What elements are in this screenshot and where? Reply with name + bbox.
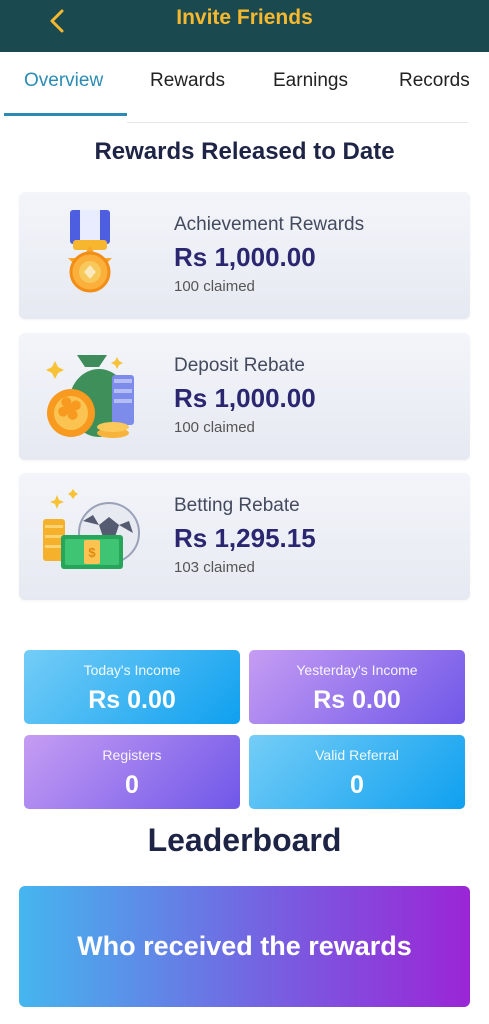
stat-label: Yesterday's Income	[296, 662, 418, 678]
reward-name: Achievement Rewards	[174, 214, 365, 235]
section-title: Rewards Released to Date	[94, 138, 395, 165]
reward-claimed-count: 100 claimed	[174, 419, 255, 436]
money-bag-icon	[46, 355, 134, 438]
stat-value: Rs 0.00	[313, 686, 401, 714]
svg-text:$: $	[88, 545, 96, 560]
banner-label: Who received the rewards	[77, 931, 412, 961]
reward-claimed-count: 103 claimed	[174, 559, 255, 576]
stat-registers: Registers 0	[24, 735, 240, 809]
tab-records[interactable]: Records	[399, 70, 470, 92]
football-cash-icon: $	[43, 489, 140, 569]
app-header: Invite Friends	[0, 0, 489, 52]
stat-yesterday-income: Yesterday's Income Rs 0.00	[249, 650, 465, 724]
tab-rewards[interactable]: Rewards	[150, 70, 225, 92]
active-tab-indicator	[4, 113, 127, 116]
reward-name: Betting Rebate	[174, 495, 300, 516]
stat-value: 0	[350, 771, 364, 799]
reward-card-achievement: Achievement Rewards Rs 1,000.00 100 clai…	[19, 192, 470, 319]
tab-bar: Overview Rewards Earnings Records	[0, 52, 489, 116]
leaderboard-title: Leaderboard	[147, 822, 342, 858]
reward-name: Deposit Rebate	[174, 355, 305, 376]
stat-today-income: Today's Income Rs 0.00	[24, 650, 240, 724]
stat-value: Rs 0.00	[88, 686, 176, 714]
reward-claimed-count: 100 claimed	[174, 278, 255, 295]
stat-value: 0	[125, 771, 139, 799]
stat-valid-referral: Valid Referral 0	[249, 735, 465, 809]
reward-amount: Rs 1,000.00	[174, 383, 316, 413]
who-received-rewards-button[interactable]: Who received the rewards	[19, 886, 470, 1007]
reward-amount: Rs 1,295.15	[174, 523, 316, 553]
stat-label: Valid Referral	[315, 747, 399, 763]
page-title: Invite Friends	[176, 6, 313, 29]
reward-card-deposit: Deposit Rebate Rs 1,000.00 100 claimed	[19, 333, 470, 460]
medal-icon	[68, 210, 112, 293]
tab-earnings[interactable]: Earnings	[273, 70, 348, 92]
tab-divider	[127, 122, 468, 123]
stat-label: Registers	[102, 747, 162, 763]
stat-label: Today's Income	[83, 662, 181, 678]
reward-card-betting: $ Betting Rebate Rs 1,295.15 103 claimed	[19, 473, 470, 600]
tab-overview[interactable]: Overview	[24, 70, 103, 92]
reward-amount: Rs 1,000.00	[174, 242, 316, 272]
